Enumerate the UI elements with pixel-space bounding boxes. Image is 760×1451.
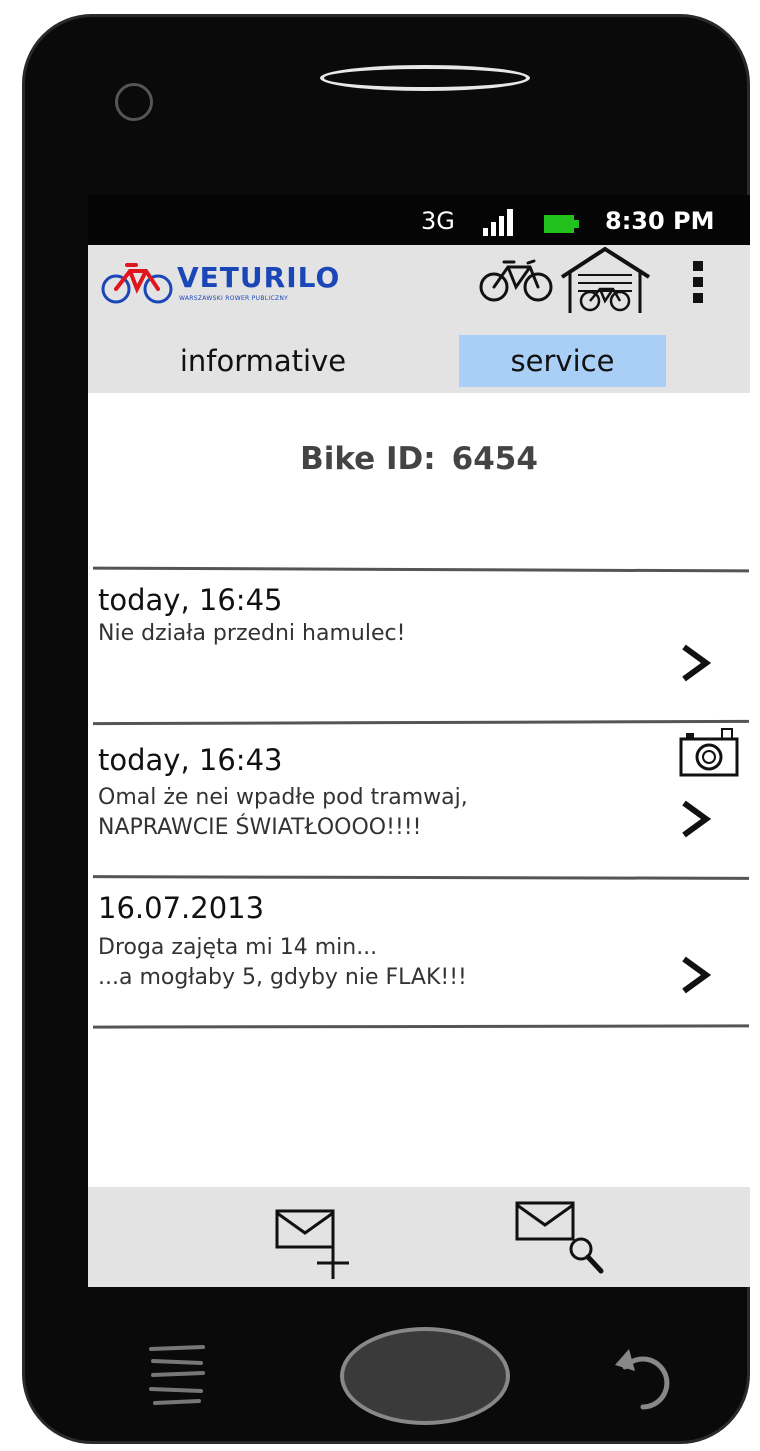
battery-icon xyxy=(544,215,579,233)
overflow-menu-icon[interactable] xyxy=(688,261,708,307)
report-message: Droga zajęta mi 14 min... ...a mogłaby 5… xyxy=(98,935,467,990)
phone-frame: 3G 8:30 PM VETURILO WARSZAWSKI ROWER PUB… xyxy=(22,14,750,1444)
front-camera-icon xyxy=(115,83,153,121)
speaker-icon xyxy=(320,65,530,91)
back-icon[interactable] xyxy=(611,1343,681,1413)
chevron-right-icon[interactable] xyxy=(678,799,712,839)
clock: 8:30 PM xyxy=(605,207,715,235)
divider xyxy=(92,566,750,573)
tab-informative[interactable]: informative xyxy=(128,335,398,387)
bicycle-icon[interactable] xyxy=(478,255,558,305)
network-type: 3G xyxy=(421,207,455,235)
report-date: today, 16:45 xyxy=(98,583,283,617)
divider xyxy=(92,1024,750,1029)
tab-bar: informative service xyxy=(88,329,750,393)
camera-icon xyxy=(679,728,739,777)
report-message: Omal że nei wpadłe pod tramwaj, NAPRAWCI… xyxy=(98,785,468,840)
report-date: today, 16:43 xyxy=(98,743,283,777)
garage-icon[interactable] xyxy=(558,245,653,315)
bike-id-value: 6454 xyxy=(451,441,538,477)
screen: 3G 8:30 PM VETURILO WARSZAWSKI ROWER PUB… xyxy=(88,195,750,1287)
home-button[interactable] xyxy=(340,1327,510,1425)
brand-subtitle: WARSZAWSKI ROWER PUBLICZNY xyxy=(179,295,289,302)
brand-name: VETURILO xyxy=(177,261,341,294)
report-message: Nie działa przedni hamulec! xyxy=(98,621,406,646)
status-bar: 3G 8:30 PM xyxy=(88,195,750,245)
bike-id-label: Bike ID: xyxy=(300,441,436,477)
chevron-right-icon[interactable] xyxy=(678,643,712,683)
tab-service[interactable]: service xyxy=(459,335,666,387)
bottom-action-bar xyxy=(88,1187,750,1287)
bike-id-display: Bike ID: 6454 xyxy=(88,441,750,477)
report-date: 16.07.2013 xyxy=(98,891,265,925)
chevron-right-icon[interactable] xyxy=(678,955,712,995)
divider xyxy=(92,875,750,880)
signal-icon xyxy=(483,209,513,236)
divider xyxy=(92,719,750,726)
new-message-icon[interactable] xyxy=(273,1203,353,1283)
search-message-icon[interactable] xyxy=(513,1199,613,1279)
menu-icon[interactable] xyxy=(147,1343,207,1411)
